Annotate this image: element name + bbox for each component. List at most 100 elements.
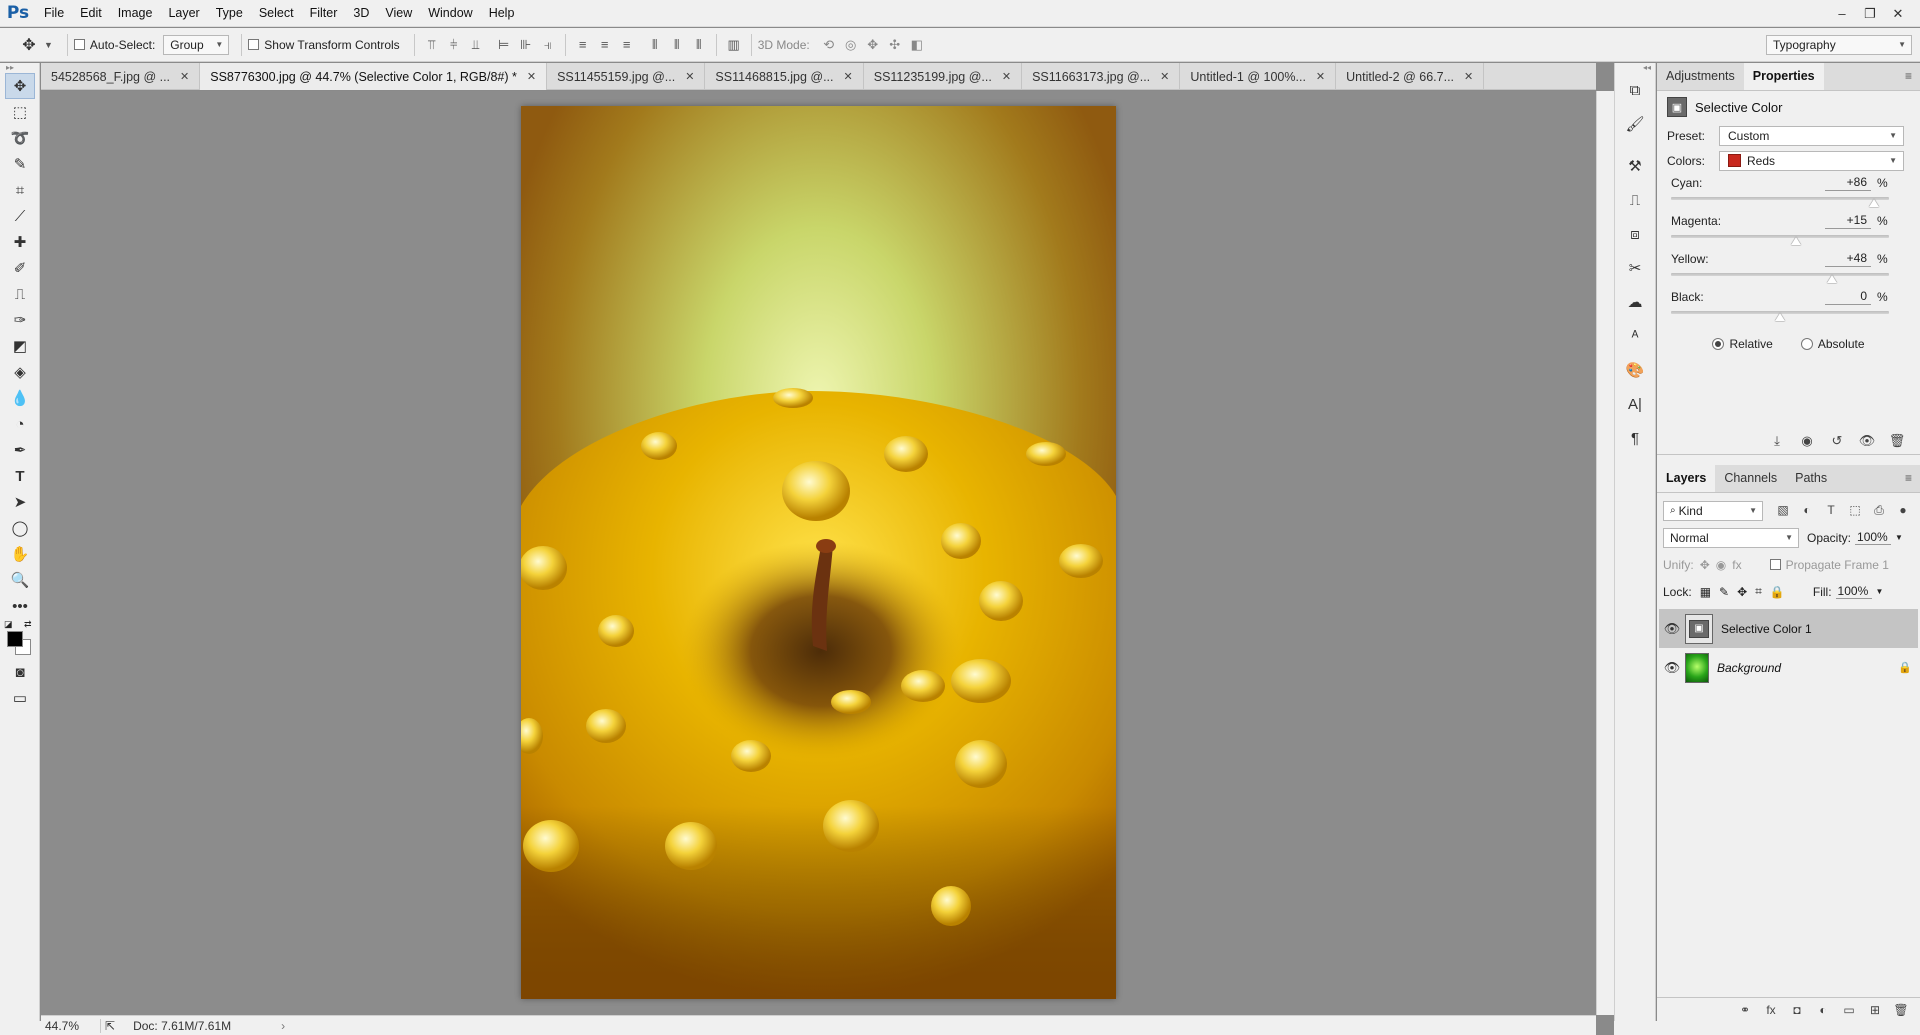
gradient-tool-icon[interactable]: ◈ — [0, 359, 40, 385]
eraser-tool-icon[interactable]: ◩ — [0, 333, 40, 359]
tab-channels[interactable]: Channels — [1715, 465, 1786, 492]
layer-name[interactable]: Selective Color 1 — [1721, 622, 1918, 636]
default-colors-icon[interactable]: ◪ — [4, 619, 13, 630]
visibility-eye-icon[interactable]: 👁 — [1659, 621, 1685, 637]
lock-all-icon[interactable]: 🔒 — [1770, 585, 1785, 599]
zoom-tool-icon[interactable]: 🔍 — [0, 567, 40, 593]
layer-name[interactable]: Background — [1717, 661, 1892, 675]
swatches-icon[interactable]: 🎨 — [1615, 353, 1655, 387]
document-tab[interactable]: SS11468815.jpg @... ✕ — [705, 63, 864, 90]
menu-layer[interactable]: Layer — [160, 0, 207, 27]
clone-stamp-tool-icon[interactable]: ⎍ — [0, 281, 40, 307]
paragraph-icon[interactable]: ¶ — [1615, 421, 1655, 455]
menu-select[interactable]: Select — [251, 0, 302, 27]
yellow-value-input[interactable]: +48 — [1825, 249, 1871, 267]
3d-roll-icon[interactable]: ◎ — [840, 34, 862, 56]
dodge-tool-icon[interactable]: ◔ — [0, 411, 40, 437]
visibility-eye-icon[interactable]: 👁 — [1852, 433, 1882, 449]
close-icon[interactable]: ✕ — [180, 70, 189, 83]
panel-menu-icon[interactable]: ≡ — [1905, 69, 1912, 83]
cyan-value-input[interactable]: +86 — [1825, 173, 1871, 191]
layer-style-icon[interactable]: fx — [1758, 1003, 1784, 1017]
close-icon[interactable]: ✕ — [1316, 70, 1325, 83]
3d-orbit-icon[interactable]: ⟲ — [818, 34, 840, 56]
new-group-icon[interactable]: ▭ — [1836, 1003, 1862, 1017]
colors-dropdown[interactable]: Reds ▼ — [1719, 150, 1904, 171]
document-tab[interactable]: SS11455159.jpg @... ✕ — [547, 63, 706, 90]
panel-grip-icon[interactable]: ▸▸ — [0, 63, 39, 73]
layer-row-background[interactable]: 👁 Background 🔒 — [1659, 648, 1918, 687]
yellow-slider-thumb[interactable] — [1827, 275, 1838, 283]
tab-paths[interactable]: Paths — [1786, 465, 1836, 492]
document-image[interactable] — [521, 106, 1116, 999]
unify-style-icon[interactable]: fx — [1732, 558, 1741, 572]
export-icon[interactable]: ⇱ — [105, 1019, 115, 1033]
opacity-input[interactable]: 100% — [1855, 530, 1892, 545]
auto-select-checkbox[interactable] — [73, 39, 85, 50]
type-tool-icon[interactable]: T — [0, 463, 40, 489]
view-previous-icon[interactable]: ◉ — [1792, 433, 1822, 449]
menu-file[interactable]: File — [36, 0, 72, 27]
magenta-slider-thumb[interactable] — [1791, 237, 1802, 245]
distribute-hcenter-icon[interactable]: ⦀ — [666, 34, 688, 56]
black-slider-thumb[interactable] — [1775, 313, 1785, 321]
tab-adjustments[interactable]: Adjustments — [1657, 63, 1744, 90]
history-brush-tool-icon[interactable]: ✑ — [0, 307, 40, 333]
tab-properties[interactable]: Properties — [1743, 63, 1824, 90]
tool-presets-icon[interactable]: ⧈ — [1615, 217, 1655, 251]
yellow-slider-track[interactable] — [1671, 273, 1889, 276]
add-mask-icon[interactable]: ◘ — [1784, 1003, 1810, 1017]
adjustment-filter-icon[interactable]: ◐ — [1795, 503, 1819, 518]
lock-artboard-icon[interactable]: ⌗ — [1755, 584, 1762, 599]
libraries-icon[interactable]: ☁ — [1615, 285, 1655, 319]
align-right-icon[interactable]: ⫣ — [537, 34, 559, 56]
auto-select-dropdown[interactable]: Group ▼ — [163, 34, 230, 55]
zoom-level[interactable]: 44.7% — [41, 1018, 101, 1033]
align-top-icon[interactable]: ⫪ — [421, 34, 443, 56]
align-hcenter-icon[interactable]: ⊪ — [515, 34, 537, 56]
kind-filter-dropdown[interactable]: ⌕ Kind ▼ — [1663, 500, 1763, 521]
pen-tool-icon[interactable]: ✒ — [0, 437, 40, 463]
collapse-icon[interactable]: ◂◂ — [1615, 63, 1655, 73]
new-layer-icon[interactable]: ⊞ — [1862, 1003, 1888, 1017]
menu-type[interactable]: Type — [208, 0, 251, 27]
relative-radio[interactable] — [1712, 338, 1725, 350]
timeline-icon[interactable]: ✂ — [1615, 251, 1655, 285]
chevron-down-icon[interactable]: ▼ — [1895, 533, 1903, 542]
history-icon[interactable]: ⧉ — [1615, 73, 1655, 107]
character-icon[interactable]: A| — [1615, 387, 1655, 421]
smart-object-filter-icon[interactable]: ⎙ — [1867, 503, 1891, 518]
vertical-scrollbar[interactable] — [1596, 91, 1614, 1015]
fill-input[interactable]: 100% — [1835, 584, 1872, 599]
cyan-slider-thumb[interactable] — [1868, 199, 1879, 207]
preset-dropdown[interactable]: Custom ▼ — [1719, 125, 1904, 146]
close-icon[interactable]: ✕ — [844, 70, 853, 83]
canvas-area[interactable] — [41, 91, 1596, 1015]
close-icon[interactable]: ✕ — [1464, 70, 1473, 83]
lock-transparent-icon[interactable]: ▦ — [1700, 585, 1711, 599]
align-left-icon[interactable]: ⊨ — [493, 34, 515, 56]
menu-image[interactable]: Image — [110, 0, 161, 27]
panel-menu-icon[interactable]: ≡ — [1905, 471, 1912, 485]
menu-3d[interactable]: 3D — [345, 0, 377, 27]
distribute-right-icon[interactable]: ⦀ — [688, 34, 710, 56]
close-icon[interactable]: ✕ — [1160, 70, 1169, 83]
3d-pan-icon[interactable]: ✥ — [862, 34, 884, 56]
move-tool-icon[interactable]: ✥ — [5, 73, 35, 99]
document-tab[interactable]: Untitled-1 @ 100%... ✕ — [1180, 63, 1337, 90]
lock-pixels-icon[interactable]: ✎ — [1719, 585, 1729, 599]
pixel-filter-icon[interactable]: ▧ — [1771, 503, 1795, 518]
ellipse-tool-icon[interactable]: ◯ — [0, 515, 40, 541]
align-vcenter-icon[interactable]: ⫩ — [443, 34, 465, 56]
hand-tool-icon[interactable]: ✋ — [0, 541, 40, 567]
lock-position-icon[interactable]: ✥ — [1737, 585, 1747, 599]
close-icon[interactable]: ✕ — [1002, 70, 1011, 83]
brush-tool-icon[interactable]: ✐ — [0, 255, 40, 281]
visibility-eye-icon[interactable]: 👁 — [1659, 660, 1685, 676]
status-more-button[interactable]: › — [281, 1019, 285, 1033]
move-tool-icon[interactable]: ✥ — [16, 32, 42, 58]
close-icon[interactable]: ✕ — [527, 70, 536, 83]
align-bottom-icon[interactable]: ⫫ — [465, 34, 487, 56]
eyedropper-tool-icon[interactable]: ⟋ — [0, 203, 40, 229]
workspace-dropdown[interactable]: Typography ▼ — [1766, 34, 1912, 55]
